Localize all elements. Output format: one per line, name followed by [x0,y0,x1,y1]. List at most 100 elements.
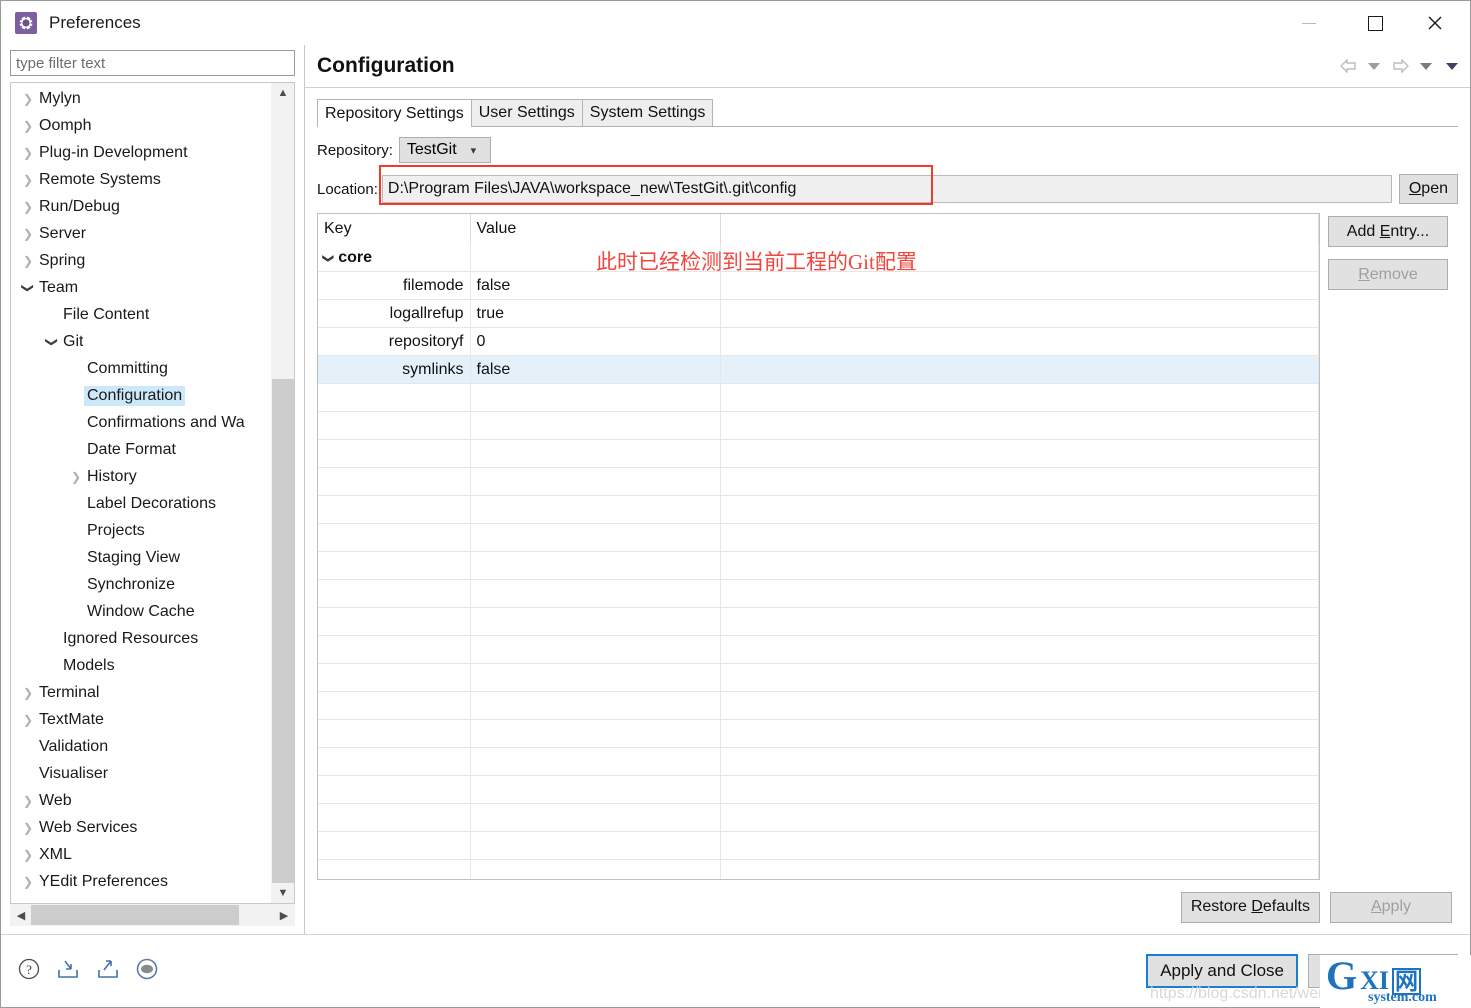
table-empty-row[interactable] [318,411,1319,440]
sidebar-item-committing[interactable]: Committing [11,355,271,382]
sidebar-item-window-cache[interactable]: Window Cache [11,598,271,625]
location-input[interactable] [381,175,1392,203]
scroll-down-button[interactable]: ▼ [272,883,294,903]
sidebar-item-server[interactable]: ❯ Server [11,220,271,247]
chevron-right-icon[interactable]: ❯ [17,92,39,106]
config-table-container[interactable]: Key Value ❯ core filemode false logallrefup t… [317,213,1320,880]
table-empty-row[interactable] [318,495,1319,524]
sidebar-item-projects[interactable]: Projects [11,517,271,544]
add-entry-button[interactable]: Add Entry... [1328,216,1448,247]
sidebar-item-run-debug[interactable]: ❯ Run/Debug [11,193,271,220]
table-row[interactable]: logallrefup true [318,299,1319,328]
table-empty-row[interactable] [318,635,1319,664]
maximize-button[interactable] [1352,1,1398,45]
search-input[interactable] [10,50,295,76]
table-empty-row[interactable] [318,719,1319,748]
table-row[interactable]: ❯ core [318,244,1319,272]
table-empty-row[interactable] [318,831,1319,860]
chevron-down-icon[interactable]: ❯ [322,253,335,262]
table-empty-row[interactable] [318,607,1319,636]
h-scroll-track[interactable] [31,905,274,925]
table-empty-row[interactable] [318,663,1319,692]
table-row[interactable]: repositoryf 0 [318,327,1319,356]
sidebar-item-validation[interactable]: Validation [11,733,271,760]
sidebar-item-team[interactable]: ❯ Team [11,274,271,301]
h-scroll-thumb[interactable] [31,905,239,925]
sidebar-item-terminal[interactable]: ❯ Terminal [11,679,271,706]
scroll-up-button[interactable]: ▲ [272,83,294,103]
chevron-right-icon[interactable]: ❯ [17,875,39,889]
tree-vertical-scrollbar[interactable]: ▲ ▼ [271,83,294,903]
chevron-right-icon[interactable]: ❯ [17,146,39,160]
forward-button[interactable] [1390,56,1410,76]
table-row[interactable]: symlinks false [318,355,1319,384]
sidebar-item-ignored-resources[interactable]: Ignored Resources [11,625,271,652]
repository-select[interactable]: TestGit ▾ [398,137,491,163]
open-button[interactable]: Open [1398,174,1458,204]
sidebar-item-remote-systems[interactable]: ❯ Remote Systems [11,166,271,193]
sidebar-item-synchronize[interactable]: Synchronize [11,571,271,598]
sidebar-item-staging-view[interactable]: Staging View [11,544,271,571]
export-preferences-button[interactable] [95,957,121,985]
column-header-key[interactable]: Key [318,214,471,244]
table-row[interactable]: filemode false [318,271,1319,300]
table-empty-row[interactable] [318,691,1319,720]
chevron-right-icon[interactable]: ❯ [17,254,39,268]
import-preferences-button[interactable] [55,957,81,985]
sidebar-item-plug-in-development[interactable]: ❯ Plug-in Development [11,139,271,166]
sidebar-item-web-services[interactable]: ❯ Web Services [11,814,271,841]
table-empty-row[interactable] [318,747,1319,776]
tab-user-settings[interactable]: User Settings [470,99,583,126]
view-menu-button[interactable] [1442,56,1462,76]
table-empty-row[interactable] [318,383,1319,412]
chevron-right-icon[interactable]: ❯ [65,470,87,484]
table-empty-row[interactable] [318,551,1319,580]
back-button[interactable] [1338,56,1358,76]
sidebar-item-visualiser[interactable]: Visualiser [11,760,271,787]
sidebar-item-confirmations-and-wa[interactable]: Confirmations and Wa [11,409,271,436]
tree-scroll-thumb[interactable] [272,379,294,883]
chevron-right-icon[interactable]: ❯ [17,794,39,808]
sidebar-item-git[interactable]: ❯ Git [11,328,271,355]
chevron-right-icon[interactable]: ❯ [17,848,39,862]
sidebar-item-mylyn[interactable]: ❯ Mylyn [11,85,271,112]
column-header-value[interactable]: Value [470,214,721,244]
minimize-button[interactable] [1286,1,1332,45]
sidebar-item-xml[interactable]: ❯ XML [11,841,271,868]
chevron-down-icon[interactable]: ❯ [21,277,35,299]
table-empty-row[interactable] [318,467,1319,496]
scroll-right-button[interactable]: ▶ [274,905,294,925]
preferences-tree[interactable]: ❯ Mylyn ❯ Oomph ❯ Plug-in Development ❯ Remote … [11,83,271,903]
sidebar-item-spring[interactable]: ❯ Spring [11,247,271,274]
cancel-button[interactable]: Cancel [1308,954,1458,988]
chevron-right-icon[interactable]: ❯ [17,686,39,700]
table-empty-row[interactable] [318,775,1319,804]
sidebar-item-web[interactable]: ❯ Web [11,787,271,814]
chevron-down-icon[interactable]: ❯ [45,331,59,353]
help-button[interactable]: ? [17,957,41,985]
sidebar-item-file-content[interactable]: File Content [11,301,271,328]
sidebar-item-configuration[interactable]: Configuration [11,382,271,409]
tab-repository-settings[interactable]: Repository Settings [317,99,472,127]
table-empty-row[interactable] [318,439,1319,468]
sidebar-item-yedit-preferences[interactable]: ❯ YEdit Preferences [11,868,271,895]
sidebar-item-oomph[interactable]: ❯ Oomph [11,112,271,139]
chevron-right-icon[interactable]: ❯ [17,821,39,835]
sidebar-item-label-decorations[interactable]: Label Decorations [11,490,271,517]
chevron-right-icon[interactable]: ❯ [17,200,39,214]
chevron-right-icon[interactable]: ❯ [17,173,39,187]
restore-defaults-button[interactable]: Restore Defaults [1180,891,1320,923]
table-empty-row[interactable] [318,523,1319,552]
oomph-recorder-button[interactable] [135,957,159,985]
apply-and-close-button[interactable]: Apply and Close [1146,954,1298,988]
close-button[interactable] [1412,1,1458,45]
forward-history-dropdown[interactable] [1416,56,1436,76]
chevron-right-icon[interactable]: ❯ [17,227,39,241]
sidebar-item-date-format[interactable]: Date Format [11,436,271,463]
sidebar-item-textmate[interactable]: ❯ TextMate [11,706,271,733]
sidebar-item-models[interactable]: Models [11,652,271,679]
table-empty-row[interactable] [318,579,1319,608]
remove-button[interactable]: Remove [1328,259,1448,290]
sidebar-item-history[interactable]: ❯ History [11,463,271,490]
chevron-right-icon[interactable]: ❯ [17,713,39,727]
